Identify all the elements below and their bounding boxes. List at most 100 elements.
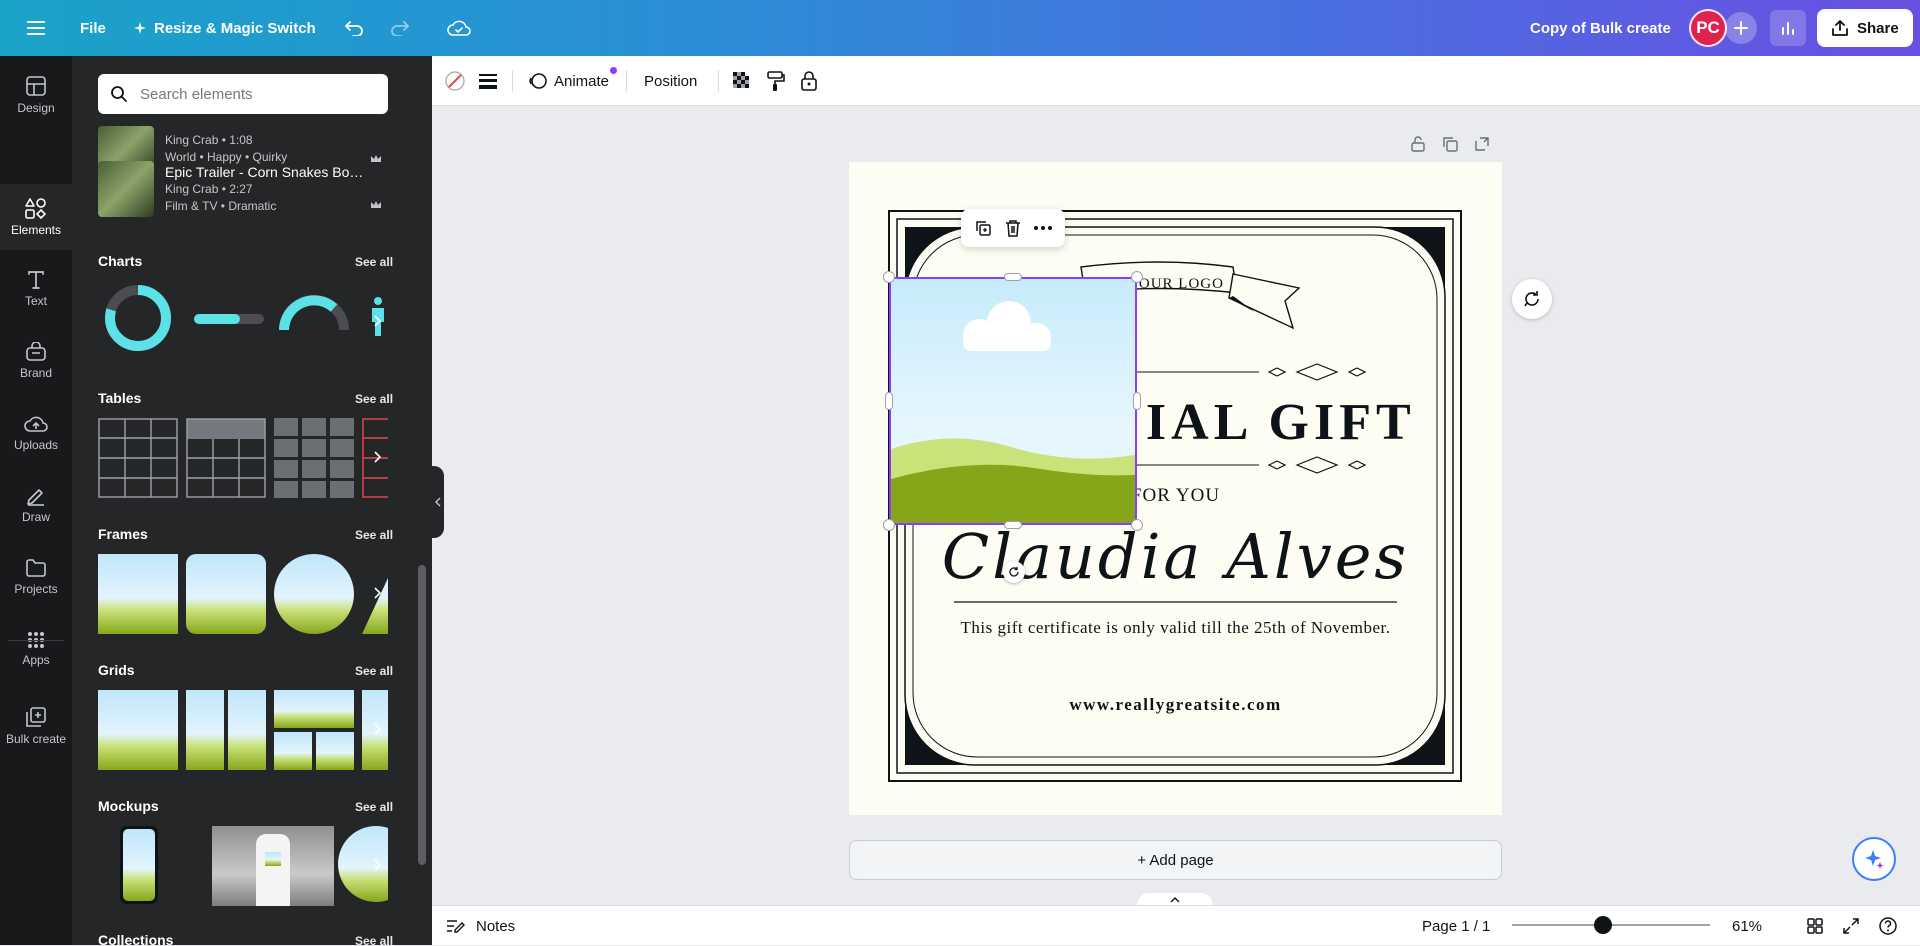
border-style-button[interactable]	[478, 56, 498, 106]
grid-thumb-two-row-b[interactable]	[274, 732, 312, 770]
position-button[interactable]: Position	[644, 56, 697, 106]
website-text[interactable]: www.reallygreatsite.com	[849, 695, 1502, 715]
collapse-panel-button[interactable]	[432, 466, 444, 538]
share-button[interactable]: Share	[1817, 0, 1913, 56]
resize-magic-switch-button[interactable]: Resize & Magic Switch	[134, 0, 316, 56]
comment-refresh-button[interactable]	[1512, 279, 1552, 319]
rail-item-apps[interactable]: Apps	[0, 616, 72, 682]
trash-icon[interactable]	[1005, 219, 1021, 237]
grid-view-button[interactable]	[1806, 906, 1824, 946]
see-all-collections[interactable]: See all	[355, 934, 393, 945]
tshirt-mockup-thumb[interactable]	[212, 826, 334, 906]
grid-thumb-single[interactable]	[98, 690, 178, 770]
audio-thumbnail	[98, 161, 154, 217]
hamburger-icon	[18, 10, 54, 46]
table-thumb-header[interactable]	[186, 418, 266, 498]
rail-item-bulk-create[interactable]: Bulk create	[0, 688, 72, 764]
expand-icon	[1842, 917, 1860, 935]
plus-icon	[1725, 12, 1757, 44]
recipient-name[interactable]: Claudia Alves	[849, 520, 1502, 593]
copy-style-button[interactable]	[766, 56, 786, 106]
rail-item-brand[interactable]: Brand	[0, 328, 72, 394]
magic-assistant-button[interactable]	[1852, 837, 1896, 881]
border-color-button[interactable]	[444, 56, 466, 106]
rail-item-uploads[interactable]: Uploads	[0, 400, 72, 466]
see-all-charts[interactable]: See all	[355, 255, 393, 269]
notes-button[interactable]: Notes	[446, 906, 515, 946]
resize-handle-top-right[interactable]	[1131, 271, 1143, 283]
charts-next-arrow[interactable]	[368, 306, 386, 336]
animate-button[interactable]: Animate	[528, 56, 618, 106]
see-all-mockups[interactable]: See all	[355, 800, 393, 814]
frame-thumb-square[interactable]	[98, 554, 178, 634]
user-avatar[interactable]: PC	[1689, 0, 1727, 56]
upload-share-icon	[1831, 19, 1849, 37]
add-page-icon[interactable]	[1473, 135, 1491, 153]
menu-button[interactable]	[18, 0, 54, 56]
rail-label: Design	[17, 101, 55, 115]
grid-thumb-two-col-a[interactable]	[186, 690, 224, 770]
sparkles-icon	[1863, 848, 1885, 870]
help-button[interactable]	[1878, 906, 1898, 946]
grid-thumb-two-row-a[interactable]	[274, 690, 354, 728]
cloud-save-button[interactable]	[441, 0, 477, 56]
undo-button[interactable]	[336, 0, 372, 56]
selected-frame-element[interactable]	[889, 277, 1137, 525]
zoom-percentage[interactable]: 61%	[1732, 906, 1762, 946]
gauge-chart-thumb[interactable]	[278, 292, 350, 334]
table-thumb-grid[interactable]	[98, 418, 178, 498]
panel-scrollbar[interactable]	[418, 565, 426, 865]
rotate-handle[interactable]	[1003, 561, 1025, 583]
lock-page-icon[interactable]	[1409, 135, 1427, 153]
tables-next-arrow[interactable]	[368, 442, 386, 472]
transparency-button[interactable]	[732, 56, 752, 106]
section-title-charts: Charts	[98, 253, 143, 269]
fullscreen-button[interactable]	[1842, 906, 1860, 946]
resize-handle-left[interactable]	[885, 392, 893, 410]
see-all-grids[interactable]: See all	[355, 664, 393, 678]
search-input[interactable]	[138, 84, 368, 104]
lock-button[interactable]	[800, 56, 818, 106]
resize-handle-bottom-left[interactable]	[883, 519, 895, 531]
file-menu-button[interactable]: File	[80, 0, 106, 56]
rail-item-projects[interactable]: Projects	[0, 544, 72, 610]
document-title[interactable]: Copy of Bulk create	[1530, 0, 1671, 56]
notes-label: Notes	[476, 917, 516, 935]
mockups-next-arrow[interactable]	[368, 850, 386, 880]
resize-handle-top[interactable]	[1004, 273, 1022, 281]
audio-item[interactable]: Epic Trailer - Corn Snakes Bour... King …	[98, 160, 388, 218]
table-thumb-blocks[interactable]	[274, 418, 354, 498]
page-indicator[interactable]: Page 1 / 1	[1422, 906, 1490, 946]
grid-thumb-two-row-c[interactable]	[316, 732, 354, 770]
search-box[interactable]	[98, 74, 388, 114]
zoom-slider-thumb[interactable]	[1594, 916, 1612, 934]
rail-item-elements[interactable]: Elements	[0, 184, 72, 250]
chevron-up-icon	[1170, 897, 1180, 903]
resize-handle-top-left[interactable]	[883, 271, 895, 283]
grids-next-arrow[interactable]	[368, 714, 386, 744]
rail-item-draw[interactable]: Draw	[0, 472, 72, 538]
more-options-icon[interactable]	[1034, 226, 1053, 230]
see-all-frames[interactable]: See all	[355, 528, 393, 542]
redo-button[interactable]	[382, 0, 418, 56]
resize-handle-bottom[interactable]	[1004, 521, 1022, 529]
grid-thumb-two-col-b[interactable]	[228, 690, 266, 770]
frames-next-arrow[interactable]	[368, 578, 386, 608]
resize-handle-bottom-right[interactable]	[1131, 519, 1143, 531]
phone-mockup-thumb[interactable]	[120, 826, 158, 904]
insights-button[interactable]	[1770, 0, 1806, 56]
donut-chart-thumb[interactable]	[102, 282, 174, 354]
rail-item-text[interactable]: Text	[0, 256, 72, 322]
duplicate-page-icon[interactable]	[1441, 135, 1459, 153]
resize-handle-right[interactable]	[1133, 392, 1141, 410]
validity-text[interactable]: This gift certificate is only valid till…	[849, 618, 1502, 638]
progress-bar-thumb[interactable]	[194, 312, 264, 326]
frame-thumb-circle[interactable]	[274, 554, 354, 634]
frame-thumb-rounded[interactable]	[186, 554, 266, 634]
rail-item-design[interactable]: Design	[0, 62, 72, 128]
see-all-tables[interactable]: See all	[355, 392, 393, 406]
crown-icon	[370, 200, 382, 210]
duplicate-icon[interactable]	[974, 219, 992, 237]
add-collaborator-button[interactable]	[1725, 0, 1757, 56]
add-page-button[interactable]: + Add page	[849, 840, 1502, 880]
